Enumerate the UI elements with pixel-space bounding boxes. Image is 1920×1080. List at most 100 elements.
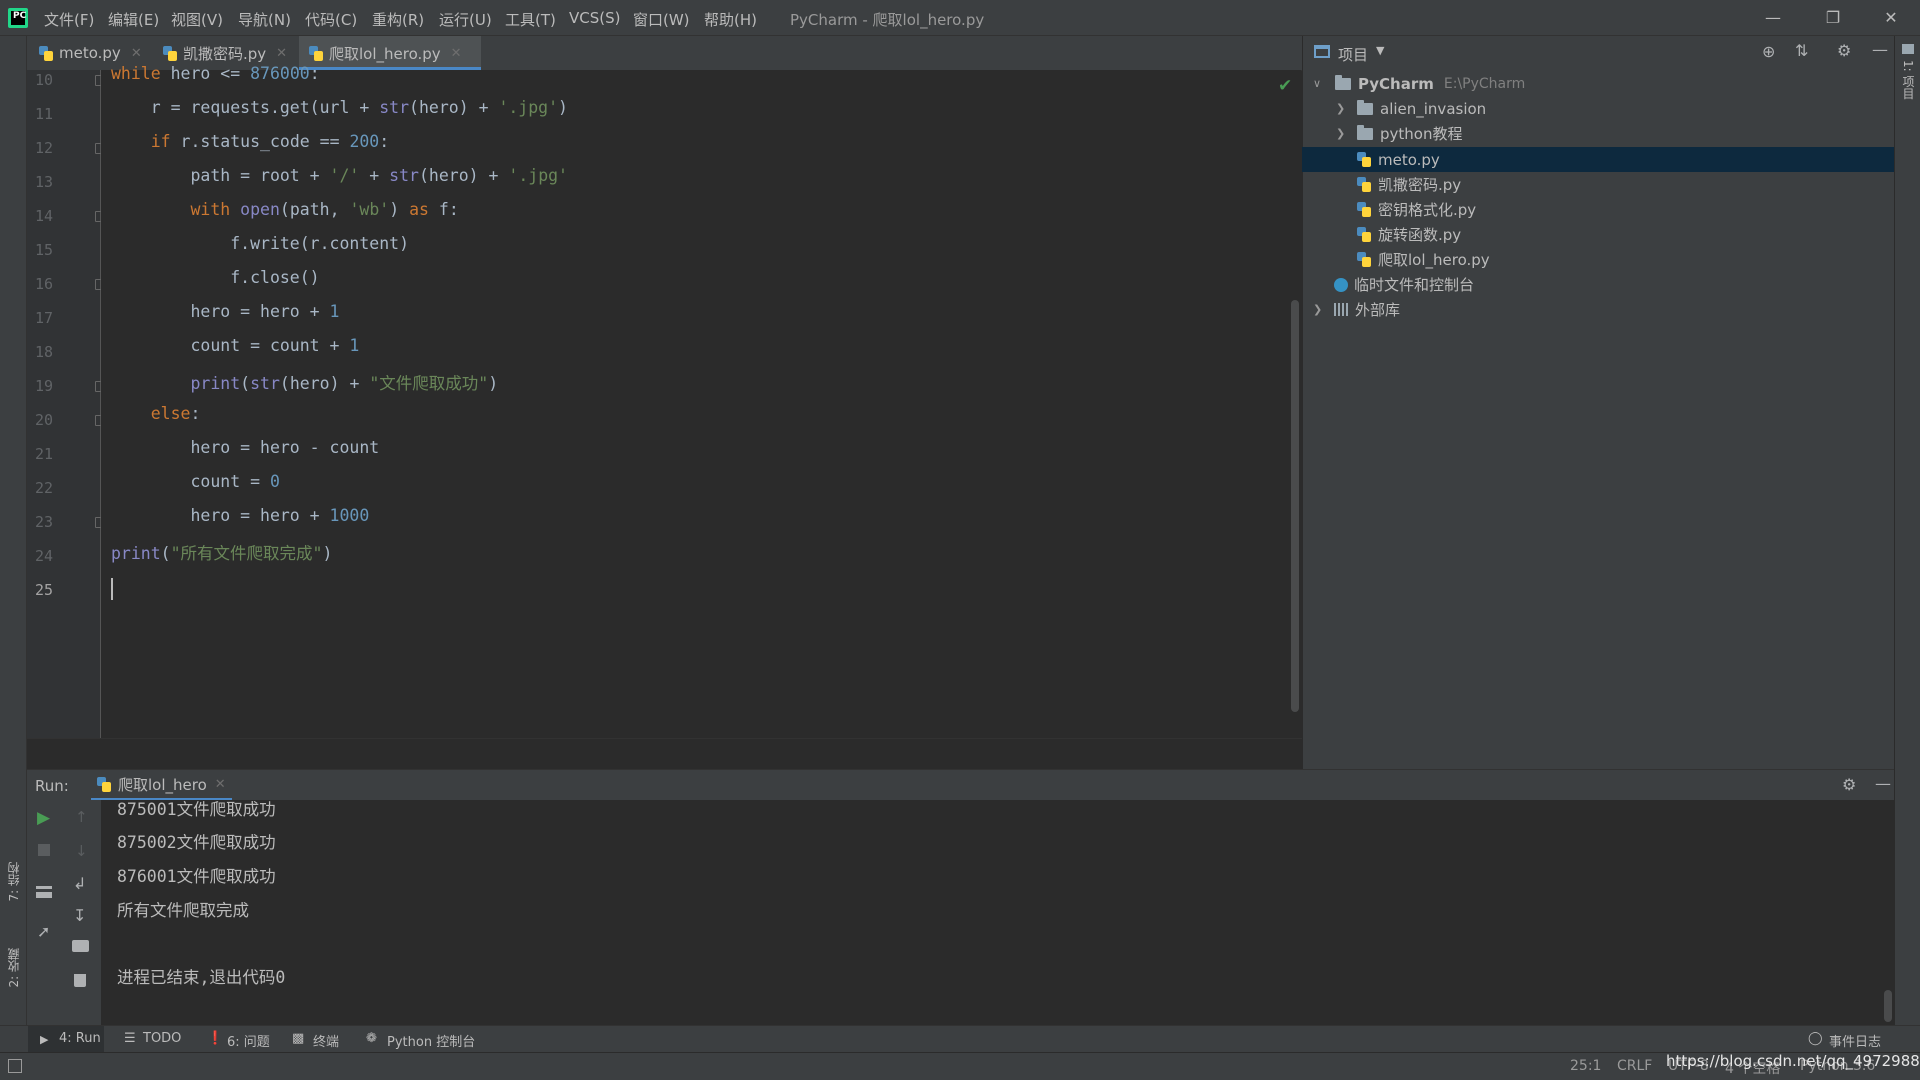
tree-item-rotate[interactable]: 旋转函数.py	[1357, 222, 1461, 247]
code-line: if r.status_code == 200:	[150, 132, 390, 151]
text-caret	[111, 578, 113, 600]
close-tab-icon[interactable]: ✕	[131, 46, 142, 61]
code-line: with open(path, 'wb') as f:	[190, 200, 459, 219]
close-tab-icon[interactable]: ✕	[451, 46, 462, 61]
tree-item-key-format[interactable]: 密钥格式化.py	[1357, 197, 1476, 222]
chevron-down-icon[interactable]: ∨	[1313, 77, 1327, 90]
tree-item-python-tutorial[interactable]: ❯ python教程	[1336, 121, 1462, 146]
chevron-down-icon[interactable]: ▼	[1376, 44, 1384, 57]
rerun-play-icon[interactable]: ▶	[37, 808, 50, 828]
close-tab-icon[interactable]: ✕	[276, 46, 287, 61]
collapse-all-icon[interactable]: ⇅	[1795, 41, 1808, 60]
line-number: 13	[34, 173, 53, 191]
chevron-right-icon[interactable]: ❯	[1336, 127, 1350, 140]
up-arrow-icon[interactable]: ↑	[75, 808, 88, 826]
menu-window[interactable]: 窗口(W)	[633, 9, 690, 30]
tree-item-meto[interactable]: meto.py	[1357, 147, 1440, 172]
down-arrow-icon[interactable]: ↓	[75, 842, 88, 860]
tree-item-caesar[interactable]: 凯撒密码.py	[1357, 172, 1461, 197]
menu-run[interactable]: 运行(U)	[439, 9, 492, 30]
python-file-icon	[1357, 227, 1371, 242]
project-root-name: PyCharm	[1358, 74, 1434, 93]
menu-file[interactable]: 文件(F)	[44, 9, 94, 30]
line-number: 14	[34, 207, 53, 225]
line-separator[interactable]: CRLF	[1617, 1058, 1652, 1074]
tree-item-scratches[interactable]: 临时文件和控制台	[1334, 272, 1474, 297]
editor-scrollbar[interactable]	[1291, 300, 1299, 712]
trash-icon[interactable]	[74, 974, 86, 987]
python-run-icon	[97, 776, 111, 792]
toggle-tool-windows-icon[interactable]	[8, 1059, 22, 1073]
project-view-icon	[1314, 45, 1330, 58]
pin-icon[interactable]: ➚	[37, 922, 50, 941]
tool-run-button[interactable]: 4: Run	[59, 1031, 101, 1046]
tree-root[interactable]: ∨ PyCharm E:\PyCharm	[1313, 71, 1525, 96]
tool-problems-button[interactable]: 6: 问题	[227, 1031, 270, 1050]
scroll-to-end-icon[interactable]: ↧	[73, 906, 86, 925]
line-number: 20	[34, 411, 53, 429]
event-log-button[interactable]: 事件日志	[1829, 1031, 1881, 1050]
menu-tools[interactable]: 工具(T)	[505, 9, 556, 30]
console-scrollbar[interactable]	[1884, 990, 1892, 1022]
code-editor[interactable]: while hero <= 876000: r = requests.get(u…	[101, 64, 1301, 738]
window-title: PyCharm - 爬取lol_hero.py	[790, 11, 985, 29]
close-window-button[interactable]: ✕	[1876, 6, 1906, 30]
run-console[interactable]: 875001文件爬取成功 875002文件爬取成功 876001文件爬取成功 所…	[101, 800, 1894, 1025]
print-icon[interactable]	[72, 940, 89, 952]
chevron-right-icon[interactable]: ❯	[1336, 102, 1350, 115]
menu-view[interactable]: 视图(V)	[171, 9, 223, 30]
library-icon	[1334, 303, 1350, 316]
tree-item-label: 密钥格式化.py	[1378, 201, 1477, 219]
project-tool-button[interactable]: 1: 项目	[1900, 60, 1917, 100]
python-file-icon	[1357, 252, 1371, 267]
folder-icon	[1902, 44, 1914, 54]
line-number: 22	[34, 479, 53, 497]
restore-button[interactable]: ❐	[1818, 6, 1848, 30]
line-number: 16	[34, 275, 53, 293]
hide-panel-icon[interactable]: —	[1875, 774, 1891, 793]
caret-position[interactable]: 25:1	[1570, 1058, 1601, 1074]
tree-item-external-libs[interactable]: ❯ 外部库	[1313, 297, 1400, 322]
python-file-icon	[309, 45, 323, 61]
chevron-right-icon[interactable]: ❯	[1313, 303, 1327, 316]
locate-target-icon[interactable]: ⊕	[1762, 42, 1775, 61]
menu-vcs[interactable]: VCS(S)	[569, 9, 620, 27]
code-line: print("所有文件爬取完成")	[111, 544, 333, 563]
tool-todo-button[interactable]: TODO	[143, 1031, 181, 1046]
hide-panel-icon[interactable]: —	[1872, 40, 1888, 59]
structure-tool-button[interactable]: 7: 结构	[5, 862, 22, 902]
code-line: path = root + '/' + str(hero) + '.jpg'	[111, 166, 568, 185]
tree-item-alien-invasion[interactable]: ❯ alien_invasion	[1336, 96, 1486, 121]
tab-lol-hero[interactable]: 爬取lol_hero.py ✕	[299, 36, 481, 70]
close-tab-icon[interactable]: ✕	[215, 777, 226, 792]
python-console-icon: ❁	[366, 1031, 377, 1046]
watermark-url: https://blog.csdn.net/qq_49729886	[1666, 1052, 1920, 1070]
current-line-number: 25	[34, 581, 53, 599]
tool-terminal-button[interactable]: 终端	[313, 1031, 339, 1050]
menu-edit[interactable]: 编辑(E)	[108, 9, 159, 30]
code-line: f.close()	[111, 268, 320, 287]
run-toolbar-primary: ▶ ➚	[27, 800, 63, 1025]
menu-help[interactable]: 帮助(H)	[704, 9, 757, 30]
gear-icon[interactable]: ⚙	[1837, 41, 1851, 60]
project-view-selector[interactable]: 项目	[1338, 44, 1368, 65]
soft-wrap-icon[interactable]: ↲	[73, 874, 86, 893]
line-number: 18	[34, 343, 53, 361]
menu-code[interactable]: 代码(C)	[305, 9, 357, 30]
tool-python-console-button[interactable]: Python 控制台	[387, 1031, 475, 1050]
line-number: 11	[34, 105, 53, 123]
layout-icon[interactable]	[36, 886, 52, 898]
code-line: count = count + 1	[111, 336, 360, 355]
tree-item-lol-hero[interactable]: 爬取lol_hero.py	[1357, 247, 1490, 272]
menu-navigate[interactable]: 导航(N)	[238, 9, 291, 30]
code-line: r = requests.get(url + str(hero) + '.jpg…	[111, 98, 568, 117]
minimize-button[interactable]: —	[1758, 6, 1788, 30]
scratch-clock-icon	[1334, 277, 1348, 292]
folder-icon	[1357, 124, 1373, 140]
gear-icon[interactable]: ⚙	[1842, 775, 1856, 794]
no-problems-check-icon[interactable]: ✔	[1278, 76, 1292, 96]
favorites-tool-button[interactable]: 2: 收藏	[5, 948, 22, 988]
stop-icon[interactable]	[38, 844, 50, 856]
event-log-icon: ◯	[1808, 1031, 1823, 1046]
menu-refactor[interactable]: 重构(R)	[372, 9, 424, 30]
